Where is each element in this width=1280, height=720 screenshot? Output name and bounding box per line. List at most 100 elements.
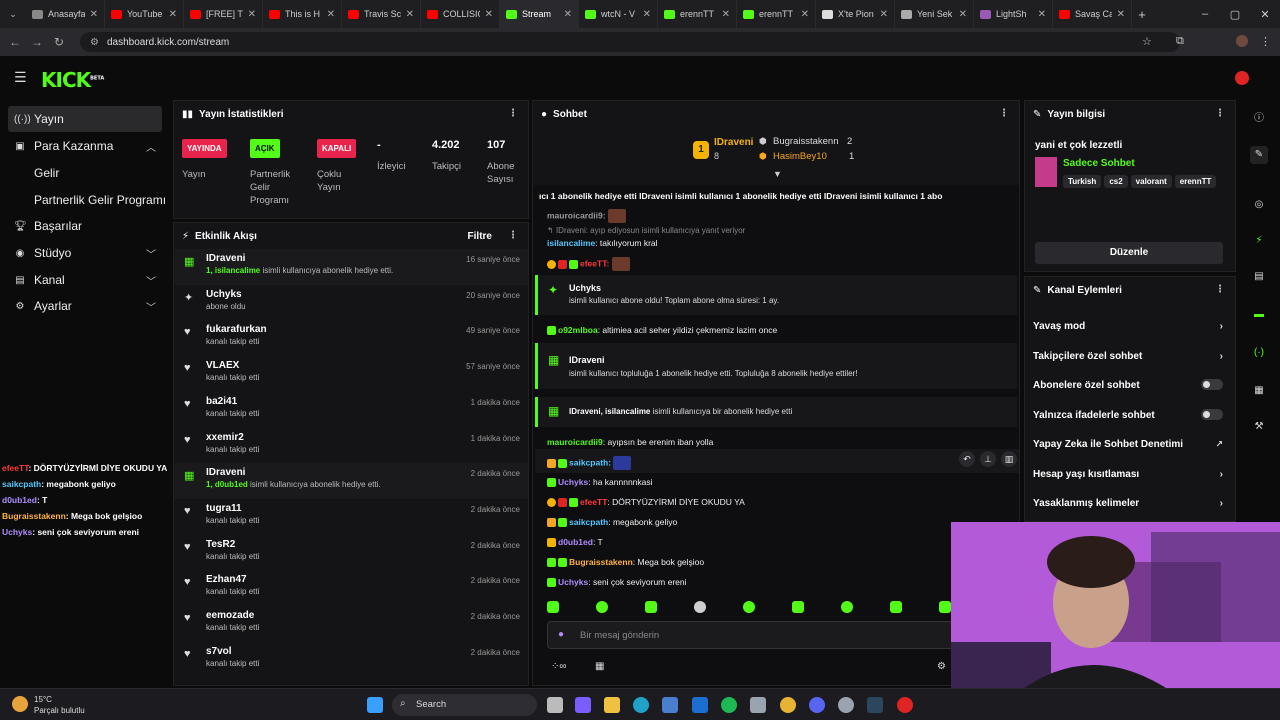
nav-item-kanal[interactable]: ▤ Kanal ﹀ (8, 267, 162, 293)
tag-chip[interactable]: valorant (1130, 175, 1172, 188)
channel-action-item[interactable]: Yalnızca ifadelerle sohbet (1033, 408, 1223, 421)
close-window-icon[interactable]: ✕ (1250, 8, 1280, 21)
steam-icon[interactable] (867, 697, 883, 713)
channel-action-item[interactable]: Yapay Zeka ile Sohbet Denetimi ↗ (1033, 439, 1223, 450)
activity-item[interactable]: ♥ VLAEX kanalı takip etti 57 saniye önce (174, 356, 528, 392)
activity-item[interactable]: ♥ TesR2 kanalı takip etti 2 dakika önce (174, 535, 528, 571)
tab-close-icon[interactable]: ✕ (880, 9, 888, 20)
discord-icon[interactable] (809, 697, 825, 713)
users-icon[interactable]: ⁘∞ (551, 661, 567, 672)
nav-sub-gelir[interactable]: Gelir (34, 166, 59, 180)
emote-icon[interactable] (596, 601, 608, 613)
task-view-icon[interactable] (547, 697, 563, 713)
tab-close-icon[interactable]: ✕ (248, 9, 256, 20)
browser-tab[interactable]: erennTT ✕ (658, 0, 737, 28)
chat-settings-icon[interactable]: ⚙ (937, 661, 946, 672)
user-avatar[interactable] (1235, 71, 1249, 85)
channel-action-item[interactable]: Takipçilere özel sohbet › (1033, 351, 1223, 362)
edge-icon[interactable] (633, 697, 649, 713)
browser-tab[interactable]: Travis Sc ✕ (342, 0, 421, 28)
file-explorer-icon[interactable] (604, 697, 620, 713)
nav-item-yayin[interactable]: ((·)) Yayın (8, 106, 162, 132)
activity-item[interactable]: ♥ eemozade kanalı takip etti 2 dakika ön… (174, 606, 528, 642)
menu-icon[interactable]: ⋮ (1260, 35, 1271, 48)
tab-close-icon[interactable]: ✕ (643, 9, 651, 20)
tab-close-icon[interactable]: ✕ (1038, 9, 1046, 20)
emote-icon[interactable] (792, 601, 804, 613)
tab-close-icon[interactable]: ✕ (1117, 9, 1125, 20)
chrome-icon[interactable] (780, 697, 796, 713)
extensions-icon[interactable]: ⧉ (1176, 35, 1184, 48)
profile-avatar[interactable] (1236, 35, 1248, 47)
emote-icon[interactable] (694, 601, 706, 613)
browser-tab[interactable]: LightSh ✕ (974, 0, 1053, 28)
channel-action-item[interactable]: Hesap yaşı kısıtlaması › (1033, 469, 1223, 480)
kick-logo[interactable]: KICKBETA (41, 68, 104, 92)
wrench-icon[interactable]: ⚒ (1250, 418, 1268, 436)
browser-tab[interactable]: YouTube ✕ (105, 0, 184, 28)
category-link[interactable]: Sadece Sohbet (1063, 158, 1135, 169)
browser-tab[interactable]: Savaş Ca ✕ (1053, 0, 1132, 28)
emote-icon[interactable] (743, 601, 755, 613)
browser-tab[interactable]: X'te Pion ✕ (816, 0, 895, 28)
store-icon[interactable] (662, 697, 678, 713)
edit-button[interactable]: Düzenle (1035, 242, 1223, 264)
weather-icon[interactable] (12, 696, 28, 712)
camera-icon[interactable]: ◎ (1250, 196, 1268, 214)
tag-chip[interactable]: cs2 (1104, 175, 1128, 188)
filter-button[interactable]: Filtre (468, 231, 492, 242)
reload-icon[interactable]: ↻ (48, 35, 70, 49)
nav-sub-partnerlik[interactable]: Partnerlik Gelir Programı (34, 193, 166, 207)
activity-item[interactable]: ▦ IDraveni 1, d0ub1ed isimli kullanıcıya… (174, 463, 528, 500)
tag-chip[interactable]: erennTT (1174, 175, 1217, 188)
settings-icon[interactable] (838, 697, 854, 713)
site-info-icon[interactable]: ⚙ (90, 37, 99, 48)
emote-icon[interactable] (841, 601, 853, 613)
url-field[interactable]: ⚙ dashboard.kick.com/stream (80, 32, 1180, 52)
new-tab-button[interactable]: + (1132, 7, 1152, 22)
more-icon[interactable]: ⋮ (508, 108, 518, 119)
channel-action-item[interactable]: Yasaklanmış kelimeler › (1033, 498, 1223, 509)
tab-close-icon[interactable]: ✕ (801, 9, 809, 20)
reply-icon[interactable]: ↶ (959, 451, 975, 467)
outlook-icon[interactable] (692, 697, 708, 713)
activity-item[interactable]: ♥ xxemir2 kanalı takip etti 1 dakika önc… (174, 428, 528, 464)
nav-item-studyo[interactable]: ◉ Stüdyo ﹀ (8, 240, 162, 266)
mic-icon[interactable]: ● (558, 629, 564, 640)
grid-icon[interactable]: ▦ (1250, 382, 1268, 400)
forward-icon[interactable]: → (26, 35, 48, 49)
browser-tab[interactable]: erennTT ✕ (737, 0, 816, 28)
activity-item[interactable]: ♥ fukarafurkan kanalı takip etti 49 sani… (174, 320, 528, 356)
info-icon[interactable]: ⓘ (1250, 110, 1268, 128)
broadcast-icon[interactable]: (·) (1250, 344, 1268, 362)
channel-action-item[interactable]: Abonelere özel sohbet (1033, 379, 1223, 391)
activity-item[interactable]: ✦ Uchyks abone oldu 20 saniye önce (174, 285, 528, 321)
delete-icon[interactable]: ▥ (1001, 451, 1017, 467)
browser-tab[interactable]: COLLISION ✕ (421, 0, 500, 28)
activity-item[interactable]: ♥ tugra11 kanalı takip etti 2 dakika önc… (174, 499, 528, 535)
tab-close-icon[interactable]: ✕ (722, 9, 730, 20)
start-windows-icon[interactable] (367, 697, 383, 713)
minimize-icon[interactable]: – (1190, 8, 1220, 20)
toggle-switch[interactable] (1201, 408, 1223, 420)
bookmark-star-icon[interactable]: ☆ (1142, 35, 1152, 48)
chat-message[interactable]: saikcpath: (547, 456, 632, 470)
tab-close-icon[interactable]: ✕ (327, 9, 335, 20)
chat-input[interactable]: ● Bir mesaj gönderin (547, 621, 1017, 649)
emote-icon[interactable] (645, 601, 657, 613)
tab-list-chevron-icon[interactable]: ⌄ (0, 9, 26, 20)
tag-chip[interactable]: Turkish (1063, 175, 1102, 188)
activity-item[interactable]: ♥ ba2i41 kanalı takip etti 1 dakika önce (174, 392, 528, 428)
tab-close-icon[interactable]: ✕ (564, 9, 572, 20)
lightning-icon[interactable]: ⚡︎ (1250, 232, 1268, 250)
more-icon[interactable]: ⋮ (1215, 108, 1225, 119)
hamburger-menu-icon[interactable]: ☰ (14, 69, 27, 86)
expand-chevron-icon[interactable]: ▼ (773, 169, 782, 179)
tab-close-icon[interactable]: ✕ (959, 9, 967, 20)
copilot-icon[interactable] (575, 697, 591, 713)
activity-item[interactable]: ▦ IDraveni 1, isilancalime isimli kullan… (174, 249, 528, 285)
back-icon[interactable]: ← (4, 35, 26, 49)
tab-close-icon[interactable]: ✕ (169, 9, 177, 20)
chat-icon[interactable]: ▬ (1250, 306, 1268, 324)
more-icon[interactable]: ⋮ (999, 108, 1009, 119)
